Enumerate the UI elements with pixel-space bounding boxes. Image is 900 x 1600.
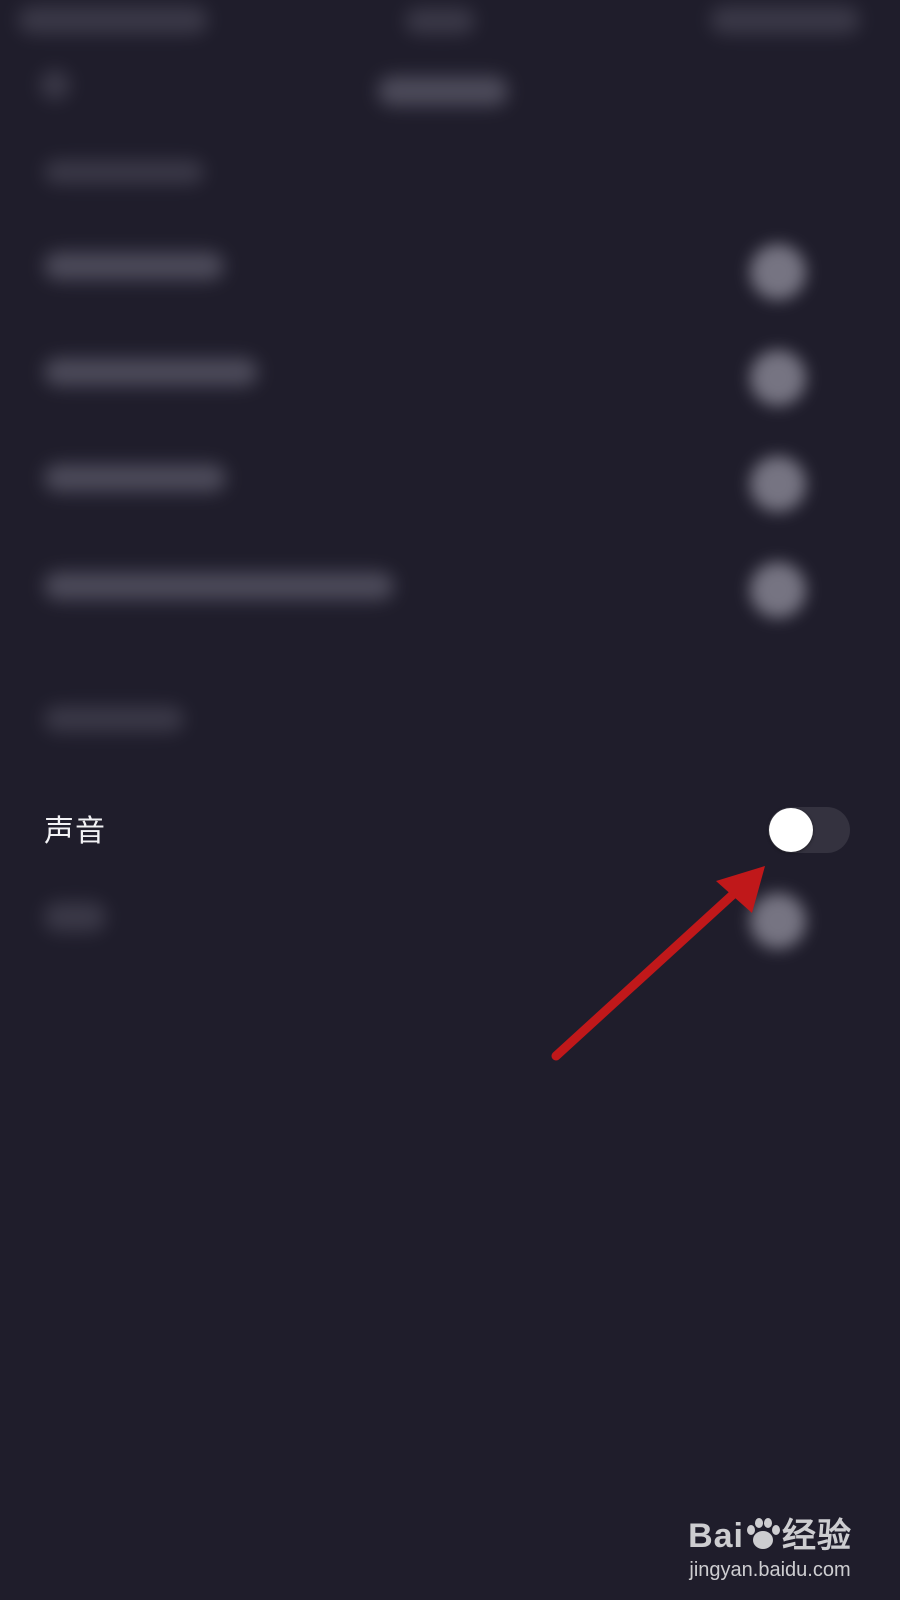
blurred-row-label (44, 464, 226, 492)
baidu-jingyan-watermark: Bai 经验 jingyan.baidu.com (688, 1508, 852, 1582)
sound-label: 声音 (44, 814, 106, 849)
blurred-status-right (710, 6, 860, 34)
paw-logo-icon (747, 1518, 780, 1549)
blurred-status-center (405, 8, 475, 34)
watermark-brand: Bai 经验 (688, 1508, 852, 1557)
blurred-row-label (44, 572, 394, 600)
blurred-back-icon[interactable] (40, 70, 70, 100)
blurred-radio-icon[interactable] (750, 893, 806, 949)
watermark-brand-left: Bai (688, 1517, 744, 1555)
blurred-radio-icon[interactable] (750, 244, 806, 300)
blurred-section-header (44, 706, 184, 732)
toggle-knob (769, 808, 813, 852)
sound-toggle[interactable] (768, 807, 850, 853)
watermark-brand-right: 经验 (782, 1517, 852, 1555)
blurred-radio-icon[interactable] (750, 562, 806, 618)
sound-setting-row[interactable]: 声音 (0, 790, 900, 866)
blurred-radio-icon[interactable] (750, 350, 806, 406)
blurred-status-left (18, 6, 208, 34)
blurred-row-label (44, 358, 258, 386)
watermark-url: jingyan.baidu.com (689, 1559, 851, 1581)
blurred-radio-icon[interactable] (750, 456, 806, 512)
blurred-page-title (378, 76, 508, 106)
blurred-section-header (44, 160, 204, 184)
blurred-row-label (44, 252, 224, 280)
blurred-row-label (44, 902, 106, 932)
settings-screen: 声音 Bai 经验 jingyan.baidu.com (0, 0, 900, 1600)
